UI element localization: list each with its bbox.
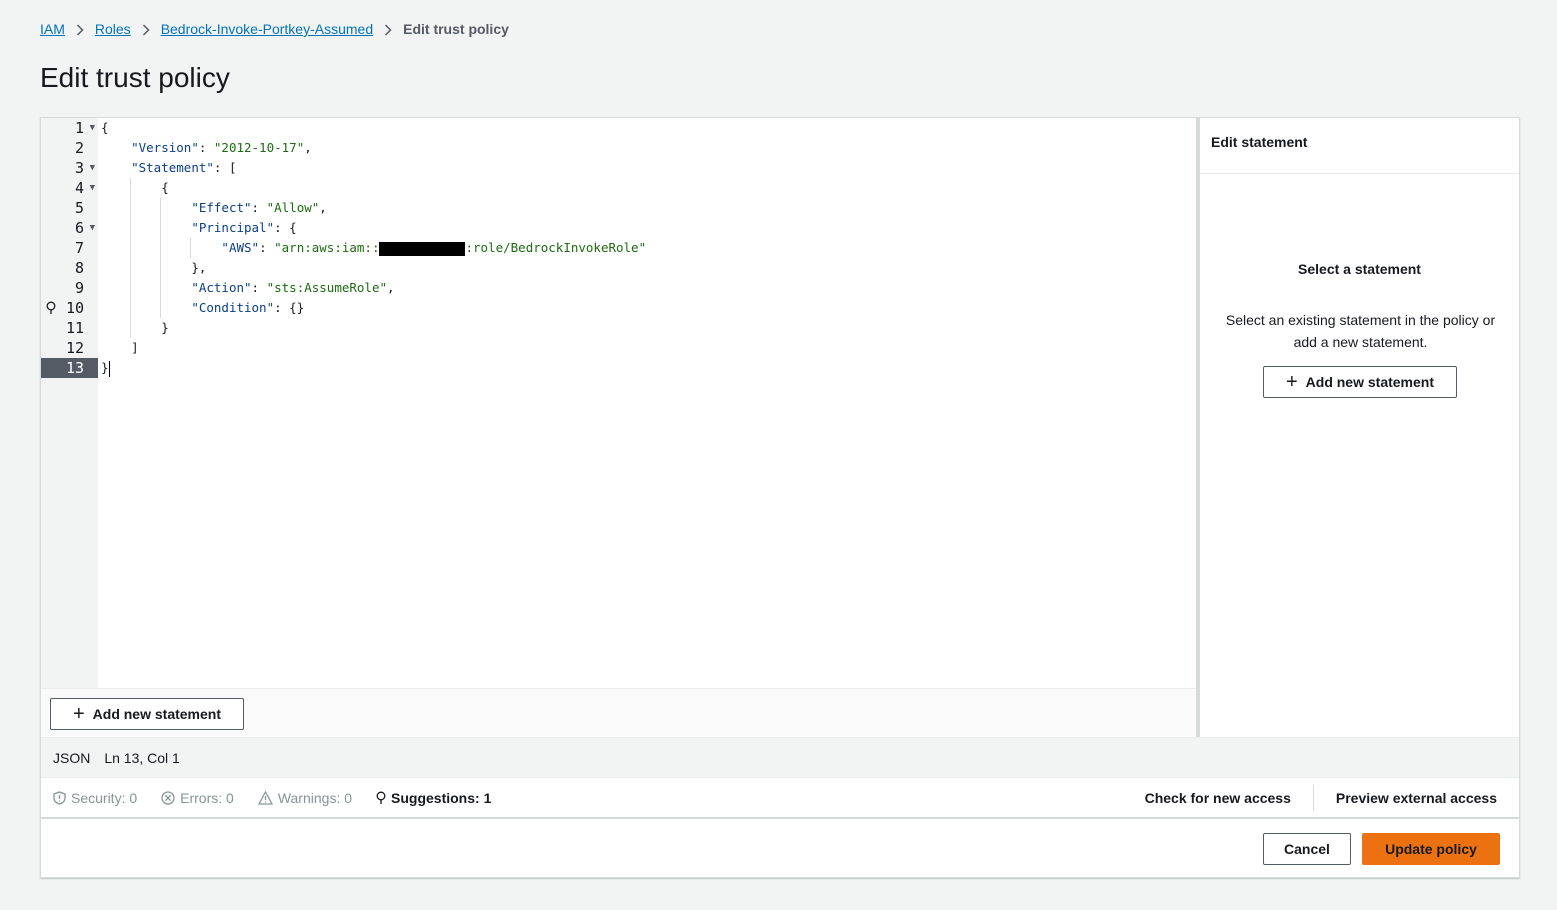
update-policy-button[interactable]: Update policy [1362, 833, 1500, 865]
policy-editor-panel: 1 ▼ 2 3 ▼ 4 ▼ 5 6 ▼ 7 8 9 10 11 12 13 { "Ver… [40, 117, 1520, 878]
side-panel-header: Edit statement [1200, 118, 1519, 174]
language-indicator: JSON [53, 749, 91, 766]
form-actions: Cancel Update policy [41, 819, 1519, 877]
line-number: 7 [74, 239, 84, 257]
edit-statement-panel: Edit statement Select a statement Select… [1200, 118, 1519, 737]
lightbulb-icon [376, 791, 386, 804]
editor-status-bar: JSON Ln 13, Col 1 [41, 737, 1519, 777]
side-panel-description: Select an existing statement in the poli… [1225, 312, 1496, 350]
redacted-account-id [379, 241, 466, 256]
code-line: "Effect": "Allow", [99, 198, 646, 218]
lightbulb-icon[interactable] [46, 300, 56, 320]
code-line: "Principal": { [99, 218, 646, 238]
json-editor[interactable]: 1 ▼ 2 3 ▼ 4 ▼ 5 6 ▼ 7 8 9 10 11 12 13 { "Ver… [41, 118, 1196, 688]
warning-findings[interactable]: Warnings: 0 [257, 790, 352, 806]
line-number: 9 [74, 279, 84, 297]
error-icon [161, 790, 175, 805]
line-number: 5 [74, 199, 84, 217]
line-number: 12 [65, 339, 84, 357]
validation-bar: Security: 0 Errors: 0 Warnings: 0 Sugges… [41, 777, 1519, 819]
line-number: 1 ▼ [74, 118, 95, 138]
code-content[interactable]: { "Version": "2012-10-17", "Statement": … [99, 118, 646, 378]
error-findings[interactable]: Errors: 0 [161, 790, 234, 806]
cancel-button[interactable]: Cancel [1263, 833, 1351, 865]
breadcrumb: IAM Roles Bedrock-Invoke-Portkey-Assumed… [40, 20, 509, 38]
editor-footer: + Add new statement [41, 688, 1196, 736]
chevron-right-icon [373, 21, 403, 37]
line-number-active: 13 [41, 358, 98, 378]
page-title: Edit trust policy [40, 62, 230, 93]
cursor-position: Ln 13, Col 1 [104, 749, 180, 766]
breadcrumb-current: Edit trust policy [403, 21, 509, 37]
fold-arrow-icon[interactable]: ▼ [90, 218, 95, 238]
side-panel-title: Select a statement [1298, 261, 1421, 277]
line-number: 4 ▼ [74, 178, 95, 198]
line-number: 11 [65, 319, 84, 337]
code-line: "Version": "2012-10-17", [131, 140, 312, 155]
code-line: ] [131, 340, 139, 355]
warning-icon [257, 790, 273, 805]
side-add-new-statement-button[interactable]: + Add new statement [1263, 366, 1457, 398]
breadcrumb-roles[interactable]: Roles [95, 21, 131, 37]
line-number: 6 ▼ [74, 218, 95, 238]
plus-icon: + [72, 703, 85, 725]
text-cursor [108, 360, 110, 377]
add-new-statement-button[interactable]: + Add new statement [50, 698, 244, 730]
fold-arrow-icon[interactable]: ▼ [90, 158, 95, 178]
security-findings[interactable]: Security: 0 [53, 790, 137, 806]
code-line: } [99, 318, 646, 338]
shield-icon [53, 790, 66, 805]
preview-external-access-button[interactable]: Preview external access [1314, 790, 1519, 806]
suggestion-findings[interactable]: Suggestions: 1 [376, 790, 491, 806]
fold-arrow-icon[interactable]: ▼ [90, 118, 95, 138]
code-line: { [99, 178, 646, 198]
line-number: 2 [74, 139, 84, 157]
line-number: 10 [41, 298, 98, 318]
code-line: "Condition": {} [99, 298, 646, 318]
validation-actions: Check for new access Preview external ac… [1123, 778, 1519, 817]
code-line: }, [99, 258, 646, 278]
code-line: "Action": "sts:AssumeRole", [99, 278, 646, 298]
line-number: 3 ▼ [74, 158, 95, 178]
code-line-active: } [101, 360, 110, 377]
line-number: 8 [74, 259, 84, 277]
chevron-right-icon [65, 21, 95, 37]
check-new-access-button[interactable]: Check for new access [1123, 790, 1313, 806]
code-line: "Statement": [ [131, 160, 237, 175]
breadcrumb-iam[interactable]: IAM [40, 21, 65, 37]
line-number-gutter: 1 ▼ 2 3 ▼ 4 ▼ 5 6 ▼ 7 8 9 10 11 12 13 [41, 118, 98, 688]
code-line: { [101, 120, 109, 135]
chevron-right-icon [131, 21, 161, 37]
fold-arrow-icon[interactable]: ▼ [90, 178, 95, 198]
code-line: "AWS": "arn:aws:iam:::role/BedrockInvoke… [99, 238, 646, 258]
plus-icon: + [1285, 371, 1298, 393]
breadcrumb-role-name[interactable]: Bedrock-Invoke-Portkey-Assumed [161, 21, 373, 37]
